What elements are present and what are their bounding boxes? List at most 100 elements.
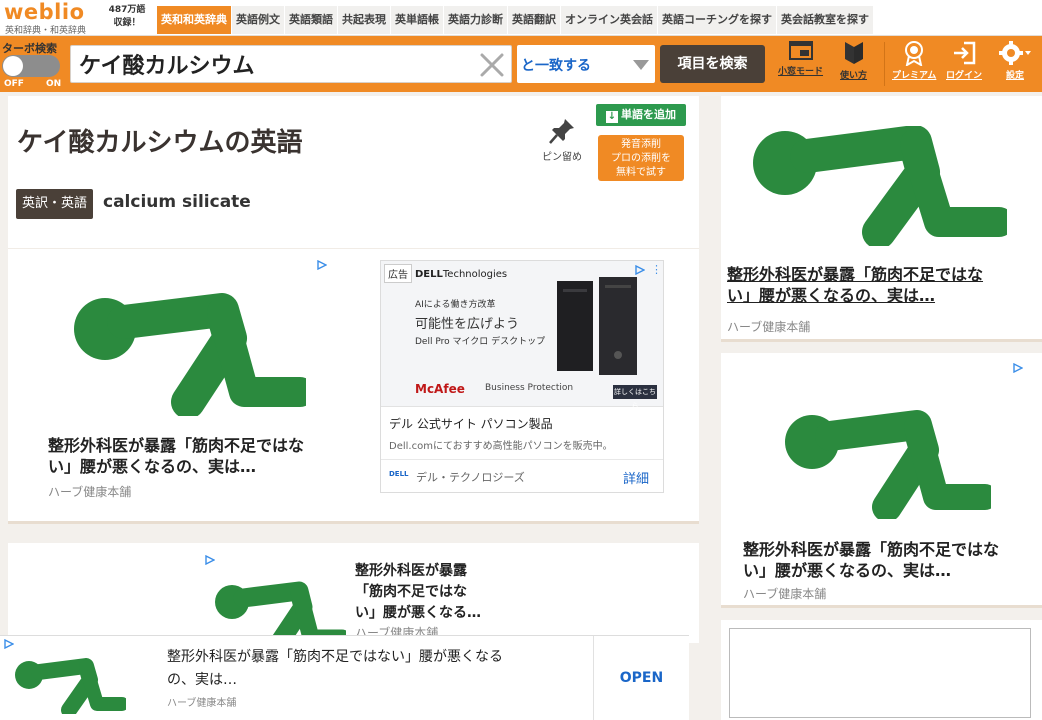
adchoices-icon[interactable] xyxy=(4,639,14,649)
small-window-tool[interactable]: 小窓モード xyxy=(778,40,823,77)
dell-advertiser: デル・テクノロジーズ xyxy=(416,471,525,484)
tab-conversation-school[interactable]: 英会話教室を探す xyxy=(777,6,874,34)
crawling-figure-image[interactable] xyxy=(783,409,991,519)
add-word-label: 単語を追加 xyxy=(621,108,676,121)
window-icon xyxy=(788,41,813,60)
divider xyxy=(8,248,699,249)
ad-headline[interactable]: 整形外科医が暴露 「筋肉不足ではな い」腰が悪くなる… xyxy=(355,561,481,624)
right-ad-card-2: 整形外科医が暴露「筋肉不足ではな い」腰が悪くなるの、実は… ハーブ健康本舗 xyxy=(721,353,1042,608)
login-icon xyxy=(954,41,976,65)
crawling-figure-image[interactable] xyxy=(751,126,1007,246)
translation-text: calcium silicate xyxy=(103,192,251,212)
download-icon: ↓ xyxy=(606,111,618,123)
crawling-figure-image[interactable] xyxy=(214,581,346,643)
dell-brand-bold: DELL xyxy=(415,269,443,280)
tab-online-conversation[interactable]: オンライン英会話 xyxy=(561,6,658,34)
match-mode-value: と一致する xyxy=(521,58,591,74)
ad-headline-line-1: 整形外科医が暴露「筋肉不足ではない」腰が悪くなる xyxy=(167,649,503,665)
right-card-box xyxy=(729,628,1031,718)
ad-headline-line-1: 整形外科医が暴露「筋肉不足ではな xyxy=(48,436,305,455)
small-window-label: 小窓モード xyxy=(778,67,824,77)
mcafee-subtitle: Business Protection xyxy=(485,383,574,393)
coach-line-2: プロの添削を xyxy=(611,153,671,164)
desktop-pc-image xyxy=(557,277,637,375)
pin-label: ピン留め xyxy=(542,152,582,163)
dell-logo-small: DELL xyxy=(389,470,409,478)
premium-tool[interactable]: プレミアム xyxy=(892,40,936,81)
login-tool[interactable]: ログイン xyxy=(946,40,982,81)
match-mode-select[interactable]: と一致する xyxy=(517,45,655,83)
dell-ad[interactable]: 広告 DELLTechnologies AIによる働き方改革 可能性を広げよう … xyxy=(380,260,664,493)
dell-ad-footer: DELL デル・テクノロジーズ 詳細 xyxy=(381,459,663,493)
ad-headline-line-3: い」腰が悪くなる… xyxy=(355,605,481,621)
medal-icon xyxy=(905,41,924,66)
ad-source: ハーブ健康本舗 xyxy=(167,698,237,709)
dell-model: Dell Pro マイクロ デスクトップ xyxy=(415,337,546,347)
tab-synonyms[interactable]: 英語類語 xyxy=(285,6,338,34)
tab-example-sentences[interactable]: 英語例文 xyxy=(232,6,285,34)
settings-tool[interactable]: 設定 xyxy=(998,40,1032,81)
add-word-button[interactable]: ↓ 単語を追加 xyxy=(596,104,686,126)
ad-headline-line-1: 整形外科医が暴露 xyxy=(355,563,467,579)
login-label: ログイン xyxy=(946,71,983,81)
sticky-bottom-ad[interactable]: 整形外科医が暴露「筋肉不足ではない」腰が悪くなる の、実は… ハーブ健康本舗 O… xyxy=(0,635,689,720)
coach-line-3: 無料で試す xyxy=(616,167,666,178)
settings-label: 設定 xyxy=(1005,71,1024,81)
tab-eiwa-waei[interactable]: 英和和英辞典 xyxy=(157,6,232,34)
tab-translation[interactable]: 英語翻訳 xyxy=(508,6,561,34)
ad-badge: 広告 xyxy=(384,264,412,283)
search-input[interactable] xyxy=(79,48,479,80)
dell-brand-rest: Technologies xyxy=(442,269,508,280)
weblio-logo[interactable]: weblio 英和辞典・和英辞典 xyxy=(4,0,96,36)
ad-source: ハーブ健康本舗 xyxy=(48,485,132,499)
caret-down-icon xyxy=(633,60,649,70)
tab-collocations[interactable]: 共起表現 xyxy=(338,6,391,34)
word-count-number: 487万語 xyxy=(108,5,146,15)
coach-line-1: 発音添削 xyxy=(621,139,661,150)
ad-headline[interactable]: 整形外科医が暴露「筋肉不足ではな い」腰が悪くなるの、実は… xyxy=(48,435,304,477)
ad-headline[interactable]: 整形外科医が暴露「筋肉不足ではない」腰が悪くなる の、実は… xyxy=(167,646,503,692)
adchoices-icon[interactable] xyxy=(1013,363,1023,373)
more-options-icon[interactable]: ⋮ xyxy=(651,263,662,276)
dell-detail-link[interactable]: 詳細 xyxy=(623,468,649,487)
ad-headline[interactable]: 整形外科医が暴露「筋肉不足ではな い」腰が悪くなるの、実は… xyxy=(743,539,999,581)
toggle-knob xyxy=(3,56,23,76)
crawling-figure-image[interactable] xyxy=(72,292,306,416)
open-button[interactable]: OPEN xyxy=(593,636,689,720)
pronunciation-coaching-button[interactable]: 発音添削 プロの添削を 無料で試す xyxy=(598,135,684,181)
adchoices-icon[interactable] xyxy=(635,265,645,275)
ad-headline-line-1: 整形外科医が暴露「筋肉不足ではな xyxy=(743,540,1000,559)
premium-label: プレミアム xyxy=(892,71,937,81)
pin-icon xyxy=(549,119,574,144)
adchoices-icon[interactable] xyxy=(317,260,327,270)
toggle-off-label: OFF xyxy=(4,79,24,89)
dell-cta-button[interactable]: 詳しくはこちら xyxy=(613,385,657,410)
howto-tool[interactable]: 使い方 xyxy=(840,40,867,81)
pin-button[interactable]: ピン留め xyxy=(542,116,582,163)
adchoices-icon[interactable] xyxy=(205,555,215,565)
tab-coaching[interactable]: 英語コーチングを探す xyxy=(658,6,777,34)
ad-headline-line-2: の、実は… xyxy=(167,672,237,688)
tab-wordbook[interactable]: 英単語帳 xyxy=(391,6,444,34)
turbo-toggle[interactable] xyxy=(2,55,60,77)
top-nav: weblio 英和辞典・和英辞典 487万語 収録！ 英和和英辞典 英語例文 英… xyxy=(0,0,1042,36)
crawling-figure-image[interactable] xyxy=(14,658,126,714)
beginner-mark-icon xyxy=(844,42,863,64)
mcafee-logo: McAfee xyxy=(415,382,465,396)
search-button[interactable]: 項目を検索 xyxy=(660,45,765,83)
tab-english-test[interactable]: 英語力診断 xyxy=(444,6,508,34)
dell-ad-description: Dell.comにておすすめ高性能パソコンを販売中。 xyxy=(389,441,613,452)
dell-brand: DELLTechnologies xyxy=(415,269,507,280)
ad-headline[interactable]: 整形外科医が暴露「筋肉不足ではな い」腰が悪くなるの、実は… xyxy=(727,264,983,306)
ad-source: ハーブ健康本舗 xyxy=(743,587,827,601)
right-card-3 xyxy=(721,620,1042,720)
dell-tagline-small: AIによる働き方改革 xyxy=(415,300,496,310)
nav-tabs: 英和和英辞典 英語例文 英語類語 共起表現 英単語帳 英語力診断 英語翻訳 オン… xyxy=(157,6,874,34)
dell-ad-title[interactable]: デル 公式サイト パソコン製品 xyxy=(389,415,553,432)
dell-ad-image[interactable]: 広告 DELLTechnologies AIによる働き方改革 可能性を広げよう … xyxy=(381,261,663,410)
search-bar: ターボ検索 OFF ON と一致する 項目を検索 小窓モード 使い方 xyxy=(0,36,1042,92)
logo-text: weblio xyxy=(4,0,85,24)
clear-icon[interactable] xyxy=(479,52,505,78)
logo-subtitle: 英和辞典・和英辞典 xyxy=(5,26,87,36)
tool-separator xyxy=(884,42,885,86)
